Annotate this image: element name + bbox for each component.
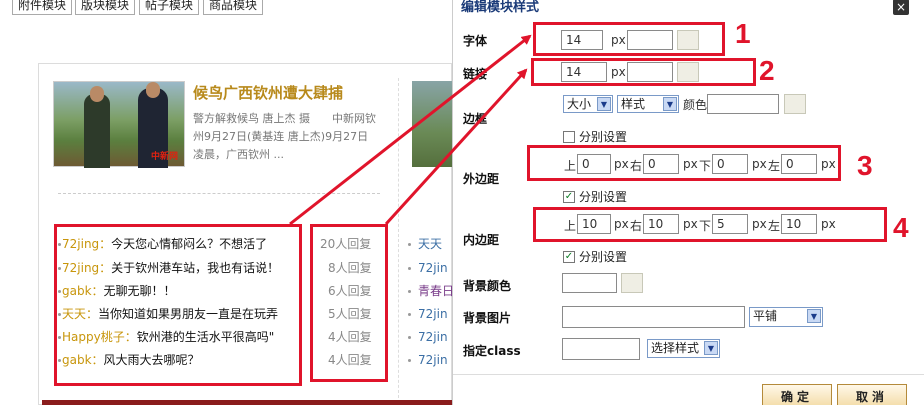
ok-button[interactable]: 确定 bbox=[762, 384, 832, 405]
thread-user[interactable]: 青春日 bbox=[418, 282, 454, 300]
thread-user[interactable]: 72jin bbox=[418, 328, 448, 346]
cancel-button[interactable]: 取消 bbox=[837, 384, 907, 405]
checkbox-label: 分别设置 bbox=[579, 250, 628, 264]
bullet bbox=[408, 290, 411, 293]
column-divider bbox=[398, 78, 399, 398]
border-color-input[interactable] bbox=[707, 94, 779, 114]
thread-user[interactable]: 72jin bbox=[418, 351, 448, 369]
annotation-box-reply-counts bbox=[310, 224, 388, 382]
chevron-down-icon: ▼ bbox=[807, 309, 821, 323]
dialog-title: 编辑模块样式 bbox=[461, 0, 540, 15]
news-thumbnail-2[interactable] bbox=[412, 81, 452, 167]
dialog-footer-divider bbox=[453, 374, 924, 375]
thread-user[interactable]: 72jin bbox=[418, 259, 448, 277]
select-value: 平铺 bbox=[753, 309, 778, 323]
checkmark-icon[interactable]: ✓ bbox=[563, 250, 575, 263]
select-value: 大小 bbox=[567, 97, 592, 111]
close-icon[interactable]: × bbox=[893, 0, 909, 15]
border-separate-checkbox[interactable]: 分别设置 bbox=[563, 128, 627, 145]
bullet bbox=[408, 359, 411, 362]
bgcolor-label: 背景颜色 bbox=[463, 279, 512, 293]
edit-module-style-dialog: 编辑模块样式 × 字体 14 px 链接 14 px 边框 大小 ▼ 样式 ▼ 颜色… bbox=[452, 0, 924, 405]
bullet bbox=[408, 267, 411, 270]
link-label: 链接 bbox=[463, 67, 488, 81]
bgcolor-swatch[interactable] bbox=[621, 273, 643, 293]
footer-bar bbox=[42, 400, 452, 405]
border-color-label: 颜色 bbox=[683, 98, 708, 112]
annotation-number-3: 3 bbox=[857, 150, 873, 181]
thread-user[interactable]: 72jin bbox=[418, 305, 448, 323]
checkbox-label: 分别设置 bbox=[579, 130, 628, 144]
chevron-down-icon: ▼ bbox=[597, 97, 611, 111]
annotation-box-2 bbox=[531, 58, 756, 86]
margin-label: 外边距 bbox=[463, 172, 500, 186]
annotation-box-1 bbox=[533, 22, 725, 56]
select-value: 选择样式 bbox=[651, 341, 700, 355]
border-size-select[interactable]: 大小 ▼ bbox=[563, 95, 613, 113]
annotation-number-2: 2 bbox=[759, 55, 775, 86]
checkbox-label: 分别设置 bbox=[579, 190, 628, 204]
watermark: 中新网 bbox=[150, 152, 178, 162]
tab-attachment-module[interactable]: 附件模块 bbox=[12, 0, 73, 15]
border-color-swatch[interactable] bbox=[784, 94, 806, 114]
tab-forum-module[interactable]: 版块模块 bbox=[75, 0, 136, 15]
person-head bbox=[90, 86, 104, 102]
bgimage-label: 背景图片 bbox=[463, 311, 512, 325]
annotation-box-thread-list bbox=[54, 224, 302, 386]
select-value: 样式 bbox=[621, 97, 646, 111]
annotation-number-4: 4 bbox=[893, 212, 909, 243]
checkbox-box[interactable] bbox=[563, 130, 575, 143]
padding-separate-checkbox[interactable]: ✓ 分别设置 bbox=[563, 248, 627, 265]
bg-repeat-select[interactable]: 平铺 ▼ bbox=[749, 307, 823, 327]
bullet bbox=[408, 313, 411, 316]
border-style-select[interactable]: 样式 ▼ bbox=[617, 95, 679, 113]
thread-user[interactable]: 天天 bbox=[418, 235, 442, 253]
person-figure bbox=[84, 94, 110, 168]
border-label: 边框 bbox=[463, 112, 488, 126]
class-style-select[interactable]: 选择样式 ▼ bbox=[647, 339, 720, 358]
padding-label: 内边距 bbox=[463, 233, 500, 247]
person-head bbox=[146, 82, 160, 98]
tab-product-module[interactable]: 商品模块 bbox=[203, 0, 264, 15]
annotation-box-4 bbox=[533, 207, 887, 242]
bullet bbox=[408, 243, 411, 246]
tab-post-module[interactable]: 帖子模块 bbox=[139, 0, 200, 15]
class-label: 指定class bbox=[463, 344, 521, 358]
bullet bbox=[408, 336, 411, 339]
chevron-down-icon: ▼ bbox=[704, 341, 718, 355]
font-label: 字体 bbox=[463, 34, 488, 48]
news-thumbnail[interactable]: 中新网 bbox=[53, 81, 185, 168]
annotation-box-3 bbox=[527, 145, 841, 181]
divider bbox=[58, 193, 380, 194]
news-summary: 警方解救候鸟 唐上杰 摄 中新网钦州9月27日(黄基连 唐上杰)9月27日凌晨，… bbox=[193, 112, 376, 161]
class-input[interactable] bbox=[562, 338, 640, 360]
annotation-number-1: 1 bbox=[735, 18, 751, 49]
margin-separate-checkbox[interactable]: ✓ 分别设置 bbox=[563, 188, 627, 205]
checkmark-icon[interactable]: ✓ bbox=[563, 190, 575, 203]
bgimage-input[interactable] bbox=[562, 306, 745, 328]
chevron-down-icon: ▼ bbox=[663, 97, 677, 111]
news-headline[interactable]: 候鸟广西钦州遭大肆捕 bbox=[193, 82, 343, 103]
bgcolor-input[interactable] bbox=[562, 273, 617, 293]
